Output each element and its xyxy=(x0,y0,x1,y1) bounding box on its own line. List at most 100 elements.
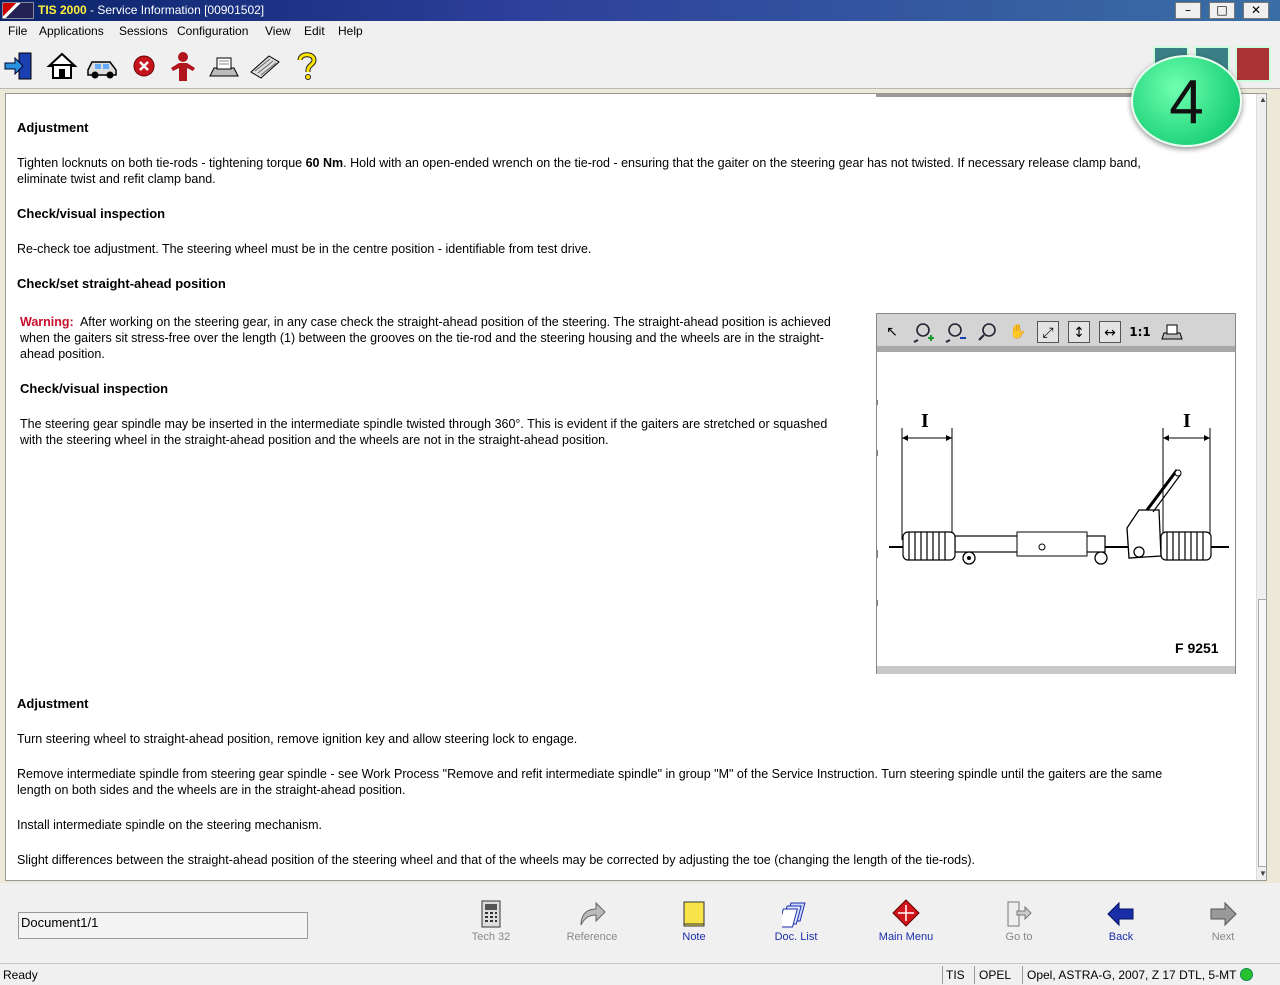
status-vehicle: Opel, ASTRA-G, 2007, Z 17 DTL, 5-MT xyxy=(1027,968,1237,982)
doc-list-label: Doc. List xyxy=(774,931,818,943)
divider xyxy=(942,966,943,984)
heading-straight-ahead: Check/set straight-ahead position xyxy=(17,276,226,291)
tech32-icon xyxy=(481,900,501,928)
go-to-button[interactable]: Go to xyxy=(979,899,1059,943)
menu-file[interactable]: File xyxy=(8,24,27,38)
viewer-bottom-border xyxy=(877,666,1235,674)
fit-page-icon[interactable]: ⤢ xyxy=(1037,321,1059,343)
window-title-text: - Service Information [00901502] xyxy=(86,3,265,17)
paragraph-slight-differences: Slight differences between the straight-… xyxy=(17,853,976,867)
tech32-button[interactable]: Tech 32 xyxy=(451,899,531,943)
zoom-icon[interactable] xyxy=(977,321,999,343)
menu-help[interactable]: Help xyxy=(338,24,363,38)
printer-icon[interactable] xyxy=(208,50,240,82)
menu-configuration[interactable]: Configuration xyxy=(177,24,248,38)
main-menu-button[interactable]: Main Menu xyxy=(866,899,946,943)
divider xyxy=(876,94,1146,97)
note-label: Note xyxy=(682,931,706,943)
warning-label: Warning: xyxy=(20,315,74,329)
note-icon xyxy=(683,901,705,927)
scroll-down-icon[interactable]: ▼ xyxy=(1257,868,1266,880)
heading-check-visual-2: Check/visual inspection xyxy=(20,381,169,396)
window-title: TIS 2000 - Service Information [00901502… xyxy=(38,3,264,17)
reference-icon xyxy=(580,901,606,926)
help-icon[interactable] xyxy=(291,50,323,82)
status-make: OPEL xyxy=(979,968,1012,982)
maximize-button[interactable]: □ xyxy=(1209,2,1235,19)
steering-gear-diagram xyxy=(877,400,1229,606)
document-field: Document1/1 xyxy=(18,912,308,939)
divider xyxy=(1022,966,1023,984)
paragraph-install-spindle: Install intermediate spindle on the stee… xyxy=(17,818,323,832)
vehicle-icon[interactable] xyxy=(86,50,118,82)
print-figure-icon[interactable] xyxy=(1161,321,1183,343)
divider xyxy=(974,966,975,984)
person-icon[interactable] xyxy=(167,50,199,82)
main-menu-icon xyxy=(892,899,920,927)
vehicle-thumbnail[interactable] xyxy=(1235,46,1271,82)
viewer-toolbar: ↖ ✋ ⤢ ↕ ↔ 1:1 xyxy=(877,314,1235,352)
close-button[interactable]: ✕ xyxy=(1243,2,1269,19)
reference-button[interactable]: Reference xyxy=(552,899,632,943)
status-ready: Ready xyxy=(3,968,38,982)
paragraph-remove-spindle: Remove intermediate spindle from steerin… xyxy=(17,766,1237,798)
dimension-label-right: I xyxy=(1183,410,1191,432)
paragraph-turn-steering: Turn steering wheel to straight-ahead po… xyxy=(17,732,578,746)
status-system: TIS xyxy=(946,968,965,982)
status-bar: Ready TIS OPEL Opel, ASTRA-G, 2007, Z 17… xyxy=(0,963,1280,985)
scroll-thumb[interactable] xyxy=(1258,599,1266,867)
text: The steering gear spindle may be inserte… xyxy=(20,417,828,431)
actual-size-button[interactable]: 1:1 xyxy=(1129,321,1151,343)
heading-adjustment-2: Adjustment xyxy=(17,696,89,711)
warning-paragraph: Warning: After working on the steering g… xyxy=(20,314,876,362)
figure-viewer: ↖ ✋ ⤢ ↕ ↔ 1:1 I I F 9251 xyxy=(876,313,1236,674)
go-to-icon xyxy=(1007,901,1032,927)
back-arrow-icon xyxy=(1107,901,1134,927)
back-button[interactable]: Back xyxy=(1081,899,1161,943)
paragraph-tighten-locknuts: Tighten locknuts on both tie-rods - tigh… xyxy=(17,155,1217,187)
vertical-scrollbar[interactable]: ▲ ▼ xyxy=(1256,94,1266,880)
figure-label: F 9251 xyxy=(1175,640,1219,656)
fit-width-icon[interactable]: ↔ xyxy=(1099,321,1121,343)
menu-bar: File Applications Sessions Configuration… xyxy=(0,21,1280,41)
scroll-up-icon[interactable]: ▲ xyxy=(1257,94,1266,106)
menu-sessions[interactable]: Sessions xyxy=(119,24,168,38)
doc-list-button[interactable]: Doc. List xyxy=(756,899,836,943)
menu-view[interactable]: View xyxy=(265,24,291,38)
app-name: TIS 2000 xyxy=(38,3,87,17)
main-menu-label: Main Menu xyxy=(878,931,934,943)
pan-hand-icon[interactable]: ✋ xyxy=(1007,321,1029,343)
text: Tighten locknuts on both tie-rods - tigh… xyxy=(17,156,306,170)
exit-icon[interactable] xyxy=(3,50,35,82)
tech32-label: Tech 32 xyxy=(471,931,511,943)
fit-height-icon[interactable]: ↕ xyxy=(1068,321,1090,343)
paragraph-recheck-toe: Re-check toe adjustment. The steering wh… xyxy=(17,242,592,256)
torque-value: 60 Nm xyxy=(305,156,344,170)
minimize-button[interactable]: – xyxy=(1175,2,1201,19)
next-label: Next xyxy=(1211,931,1235,943)
doc-list-icon xyxy=(782,902,806,928)
back-label: Back xyxy=(1108,931,1134,943)
connection-status-icon xyxy=(1240,968,1253,981)
home-icon[interactable] xyxy=(46,50,78,82)
step-badge: 4 xyxy=(1131,55,1242,147)
zoom-in-icon[interactable] xyxy=(913,321,935,343)
app-logo-icon xyxy=(2,2,34,19)
menu-edit[interactable]: Edit xyxy=(304,24,325,38)
text: length on both sides and the wheels are … xyxy=(17,783,406,797)
keyboard-icon[interactable] xyxy=(249,50,281,82)
navigation-bar: Document1/1 Tech 32 Reference Note Doc. … xyxy=(0,883,1280,963)
heading-check-visual: Check/visual inspection xyxy=(17,206,166,221)
next-button[interactable]: Next xyxy=(1183,899,1263,943)
menu-applications[interactable]: Applications xyxy=(39,24,104,38)
note-button[interactable]: Note xyxy=(654,899,734,943)
main-toolbar xyxy=(0,41,1280,89)
text: ahead position. xyxy=(20,347,105,361)
zoom-out-icon[interactable] xyxy=(945,321,967,343)
text: After working on the steering gear, in a… xyxy=(79,315,831,329)
text: Remove intermediate spindle from steerin… xyxy=(17,767,1163,781)
pointer-icon[interactable]: ↖ xyxy=(881,321,903,343)
stop-icon[interactable] xyxy=(128,50,160,82)
text: with the steering wheel in the straight-… xyxy=(20,433,609,447)
document-view: Adjustment Tighten locknuts on both tie-… xyxy=(5,93,1267,881)
